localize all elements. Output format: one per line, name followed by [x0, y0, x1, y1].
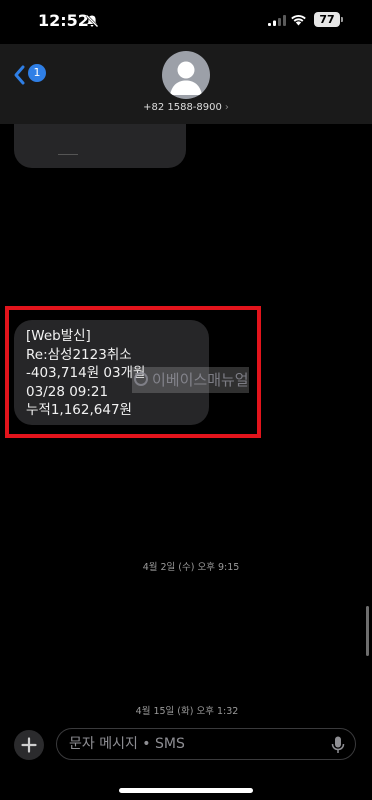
wifi-icon: [291, 14, 306, 26]
plus-icon: [21, 737, 37, 753]
status-bar: 12:52 77: [0, 0, 372, 44]
bell-slash-icon: [85, 14, 99, 28]
chevron-right-icon: ›: [224, 102, 229, 113]
contact-name-row[interactable]: +82 1588-8900 ›: [0, 102, 372, 113]
message-input-placeholder: 문자 메시지 • SMS: [69, 736, 185, 752]
message-timestamp: 4월 15일 (화) 오후 1:32: [135, 706, 239, 717]
message-fragment: [58, 154, 78, 155]
watermark-logo-icon: [134, 372, 148, 386]
unread-count-badge[interactable]: 1: [28, 64, 46, 82]
battery-cap: [341, 17, 343, 22]
previous-message-bubble[interactable]: [14, 124, 186, 168]
contact-avatar[interactable]: [162, 51, 210, 99]
microphone-icon[interactable]: [331, 736, 345, 754]
status-time: 12:52: [38, 11, 89, 30]
messages-screen: 12:52 77 1 +82 1588-8900 › [Web발신] Re:삼성…: [0, 0, 372, 800]
conversation-header: 1 +82 1588-8900 ›: [0, 44, 372, 124]
cellular-signal-icon: [268, 15, 286, 26]
home-indicator[interactable]: [119, 788, 253, 793]
contact-number: +82 1588-8900: [143, 102, 222, 113]
battery-level: 77: [314, 12, 340, 27]
watermark-text: 이베이스매뉴얼: [152, 371, 249, 389]
person-icon: [170, 61, 202, 95]
scrollbar[interactable]: [366, 606, 369, 656]
add-attachment-button[interactable]: [14, 730, 44, 760]
watermark: 이베이스매뉴얼: [132, 367, 249, 393]
message-input[interactable]: 문자 메시지 • SMS: [56, 728, 356, 760]
message-timestamp: 4월 2일 (수) 오후 9:15: [142, 562, 240, 573]
